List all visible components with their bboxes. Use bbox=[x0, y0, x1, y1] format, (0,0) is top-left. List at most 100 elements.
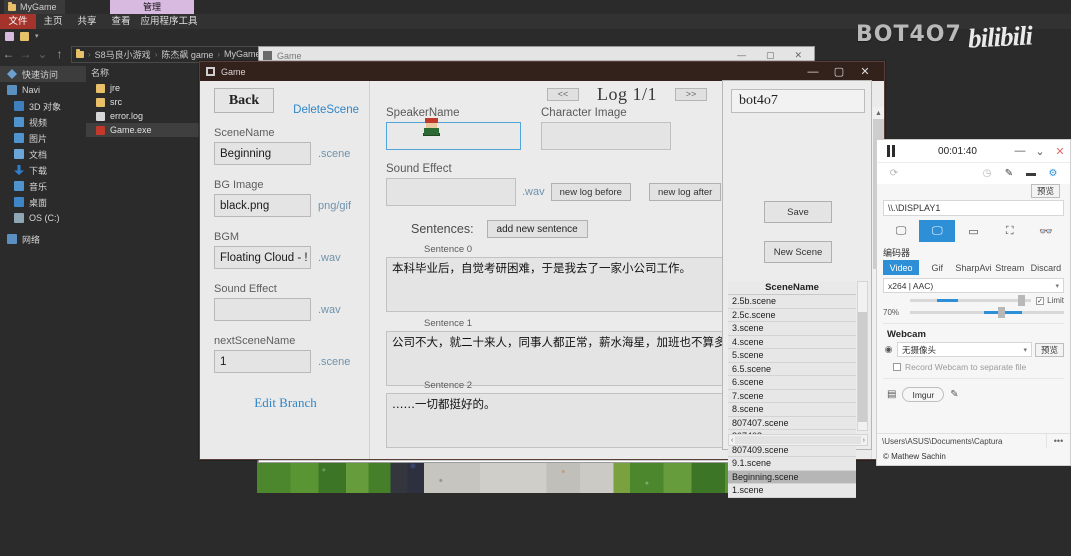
mode-screen-icon[interactable]: 🖵 bbox=[883, 220, 919, 242]
menu-item-app-tools[interactable]: 应用程序工具 bbox=[138, 14, 200, 29]
sidebar-item-documents[interactable]: 文档 bbox=[0, 146, 86, 162]
framerate-slider[interactable] bbox=[910, 307, 1064, 318]
character-image-input[interactable] bbox=[541, 122, 671, 150]
scrollbar-thumb[interactable] bbox=[735, 436, 861, 444]
sidebar-item-music[interactable]: 音乐 bbox=[0, 178, 86, 194]
pause-icon[interactable] bbox=[877, 145, 905, 157]
sidebar-item-videos[interactable]: 视频 bbox=[0, 114, 86, 130]
sidebar-item-os-c[interactable]: OS (C:) bbox=[0, 210, 86, 226]
back-nav-icon[interactable]: ← bbox=[0, 47, 17, 61]
table-row[interactable]: 9.1.scene bbox=[728, 457, 856, 471]
refresh-icon[interactable]: ⟳ bbox=[883, 168, 905, 179]
explorer-tab-mygame[interactable]: MyGame bbox=[4, 0, 65, 14]
codec-select[interactable]: x264 | AAC) ▾ bbox=[883, 278, 1064, 293]
menu-item-file[interactable]: 文件 bbox=[0, 14, 36, 29]
sound-effect-input[interactable] bbox=[214, 298, 311, 321]
webcam-preview-button[interactable]: 预览 bbox=[1034, 342, 1064, 357]
collapse-icon[interactable]: ⌄ bbox=[1030, 145, 1050, 158]
minimize-icon[interactable]: — bbox=[1010, 145, 1030, 157]
bgm-input[interactable]: Floating Cloud - ! bbox=[214, 246, 311, 269]
scroll-left-icon[interactable]: ‹ bbox=[731, 437, 733, 444]
imgur-button[interactable]: Imgur bbox=[902, 387, 945, 402]
new-scene-button[interactable]: New Scene bbox=[764, 241, 832, 263]
scene-name-input[interactable]: Beginning bbox=[214, 142, 311, 165]
breadcrumb-item-2[interactable]: MyGame bbox=[224, 49, 261, 59]
new-log-before-button[interactable]: new log before bbox=[550, 183, 631, 201]
scroll-up-icon[interactable]: ▲ bbox=[872, 107, 884, 119]
edit-branch-link[interactable]: Edit Branch bbox=[214, 395, 357, 411]
sidebar-item-quick-access[interactable]: 快速访问 bbox=[0, 66, 86, 82]
add-new-sentence-button[interactable]: add new sentence bbox=[486, 220, 588, 238]
sidebar-item-3d-objects[interactable]: 3D 对象 bbox=[0, 98, 86, 114]
table-row[interactable]: 2.5c.scene bbox=[728, 308, 856, 322]
menu-item-view[interactable]: 查看 bbox=[104, 14, 138, 29]
table-row[interactable]: 3.scene bbox=[728, 322, 856, 336]
display-source-value[interactable]: \\.\DISPLAY1 bbox=[883, 200, 1064, 216]
scene-table-header[interactable]: SceneName bbox=[728, 281, 856, 295]
breadcrumb-item-0[interactable]: S8马良小游戏 bbox=[95, 48, 151, 61]
pen-icon[interactable]: ✎ bbox=[950, 389, 958, 400]
new-log-after-button[interactable]: new log after bbox=[648, 183, 722, 201]
minimize-icon[interactable]: — bbox=[737, 50, 746, 61]
maximize-icon[interactable]: ▢ bbox=[826, 65, 852, 78]
quality-slider[interactable] bbox=[910, 295, 1032, 306]
close-icon[interactable]: ✕ bbox=[852, 65, 878, 78]
mode-no-video-icon[interactable]: 👓 bbox=[1028, 220, 1064, 242]
scroll-right-icon[interactable]: › bbox=[863, 437, 865, 444]
clipboard-icon[interactable]: ▤ bbox=[887, 389, 896, 400]
forward-nav-icon[interactable]: → bbox=[17, 47, 34, 61]
tab-stream[interactable]: Stream bbox=[992, 260, 1028, 275]
ribbon-context-tab-manage[interactable]: 管理 bbox=[110, 0, 194, 14]
mode-region-icon[interactable]: ⛶ bbox=[992, 220, 1028, 242]
table-row[interactable]: 807407.scene bbox=[728, 416, 856, 430]
scrollbar-thumb[interactable] bbox=[858, 312, 867, 422]
slider-knob[interactable] bbox=[997, 307, 1005, 318]
maximize-icon[interactable]: ▢ bbox=[766, 50, 775, 61]
preview-button[interactable]: 预览 bbox=[1030, 184, 1060, 198]
mode-monitor-icon[interactable]: 🖵 bbox=[919, 220, 956, 242]
new-folder-icon[interactable] bbox=[20, 31, 29, 41]
menu-item-home[interactable]: 主页 bbox=[36, 14, 70, 29]
recent-locations-icon[interactable]: ⌄ bbox=[34, 47, 51, 61]
table-row-selected[interactable]: Beginning.scene bbox=[728, 470, 856, 484]
record-webcam-separate-checkbox[interactable]: Record Webcam to separate file bbox=[877, 357, 1070, 372]
table-row[interactable]: 2.5b.scene bbox=[728, 295, 856, 309]
scene-table-hscrollbar[interactable]: ‹ › bbox=[728, 434, 868, 446]
scene-file-name-input[interactable]: bot4o7 bbox=[731, 89, 865, 113]
speaker-name-input[interactable] bbox=[386, 122, 521, 150]
delete-scene-link[interactable]: DeleteScene bbox=[293, 104, 359, 116]
sidebar-item-network[interactable]: 网络 bbox=[0, 231, 86, 247]
mode-window-icon[interactable]: ▭ bbox=[955, 220, 991, 242]
table-row[interactable]: 6.scene bbox=[728, 376, 856, 390]
output-path-row[interactable]: \Users\ASUS\Documents\Captura ••• bbox=[877, 433, 1070, 448]
sidebar-item-downloads[interactable]: 下载 bbox=[0, 162, 86, 178]
webcam-select[interactable]: 无摄像头 ▾ bbox=[897, 342, 1032, 357]
limit-checkbox[interactable]: ✓ Limit bbox=[1036, 296, 1064, 305]
game-editor-titlebar[interactable]: Game — ▢ ✕ bbox=[200, 62, 884, 81]
close-icon[interactable]: ✕ bbox=[794, 50, 802, 61]
sidebar-item-pictures[interactable]: 图片 bbox=[0, 130, 86, 146]
tab-discard[interactable]: Discard bbox=[1028, 260, 1064, 275]
table-row[interactable]: 7.scene bbox=[728, 389, 856, 403]
breadcrumb-item-1[interactable]: 陈杰飙 game bbox=[161, 48, 213, 61]
close-icon[interactable]: ✕ bbox=[1050, 145, 1070, 158]
save-button[interactable]: Save bbox=[764, 201, 832, 223]
tab-sharpavi[interactable]: SharpAvi bbox=[955, 260, 991, 275]
chevron-down-icon[interactable]: ▾ bbox=[35, 32, 39, 40]
slider-knob[interactable] bbox=[1017, 295, 1025, 306]
table-row[interactable]: 5.scene bbox=[728, 349, 856, 363]
sidebar-item-desktop[interactable]: 桌面 bbox=[0, 194, 86, 210]
table-row[interactable]: 8.scene bbox=[728, 403, 856, 417]
menu-item-share[interactable]: 共享 bbox=[70, 14, 104, 29]
back-button[interactable]: Back bbox=[214, 88, 274, 113]
table-row[interactable]: 1.scene bbox=[728, 484, 856, 498]
log-next-button[interactable]: >> bbox=[675, 87, 707, 101]
scene-table-vscrollbar[interactable] bbox=[857, 281, 868, 431]
more-options-icon[interactable]: ••• bbox=[1046, 434, 1070, 448]
table-row[interactable]: 4.scene bbox=[728, 335, 856, 349]
minimize-icon[interactable]: — bbox=[800, 66, 826, 78]
sidebar-item-navi[interactable]: Navi bbox=[0, 82, 86, 98]
properties-icon[interactable] bbox=[5, 31, 14, 41]
folder-icon[interactable]: ▬ bbox=[1020, 168, 1042, 179]
next-scene-input[interactable]: 1 bbox=[214, 350, 311, 373]
